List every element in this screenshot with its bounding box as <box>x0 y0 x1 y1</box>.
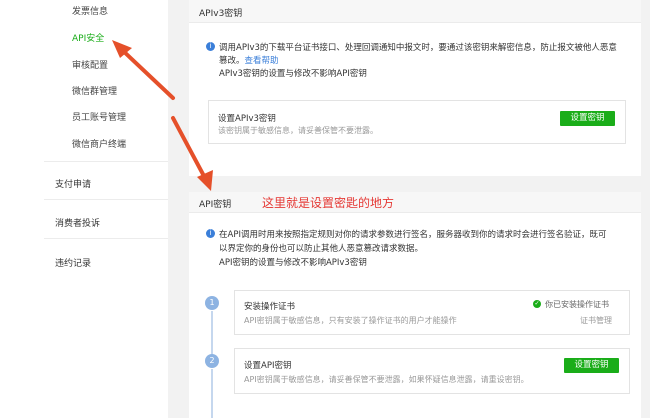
arrow-to-api-security <box>118 46 175 100</box>
arrow-to-api-key <box>171 116 207 180</box>
annotation-arrows <box>112 40 213 191</box>
arrow-head-icon <box>197 170 213 191</box>
